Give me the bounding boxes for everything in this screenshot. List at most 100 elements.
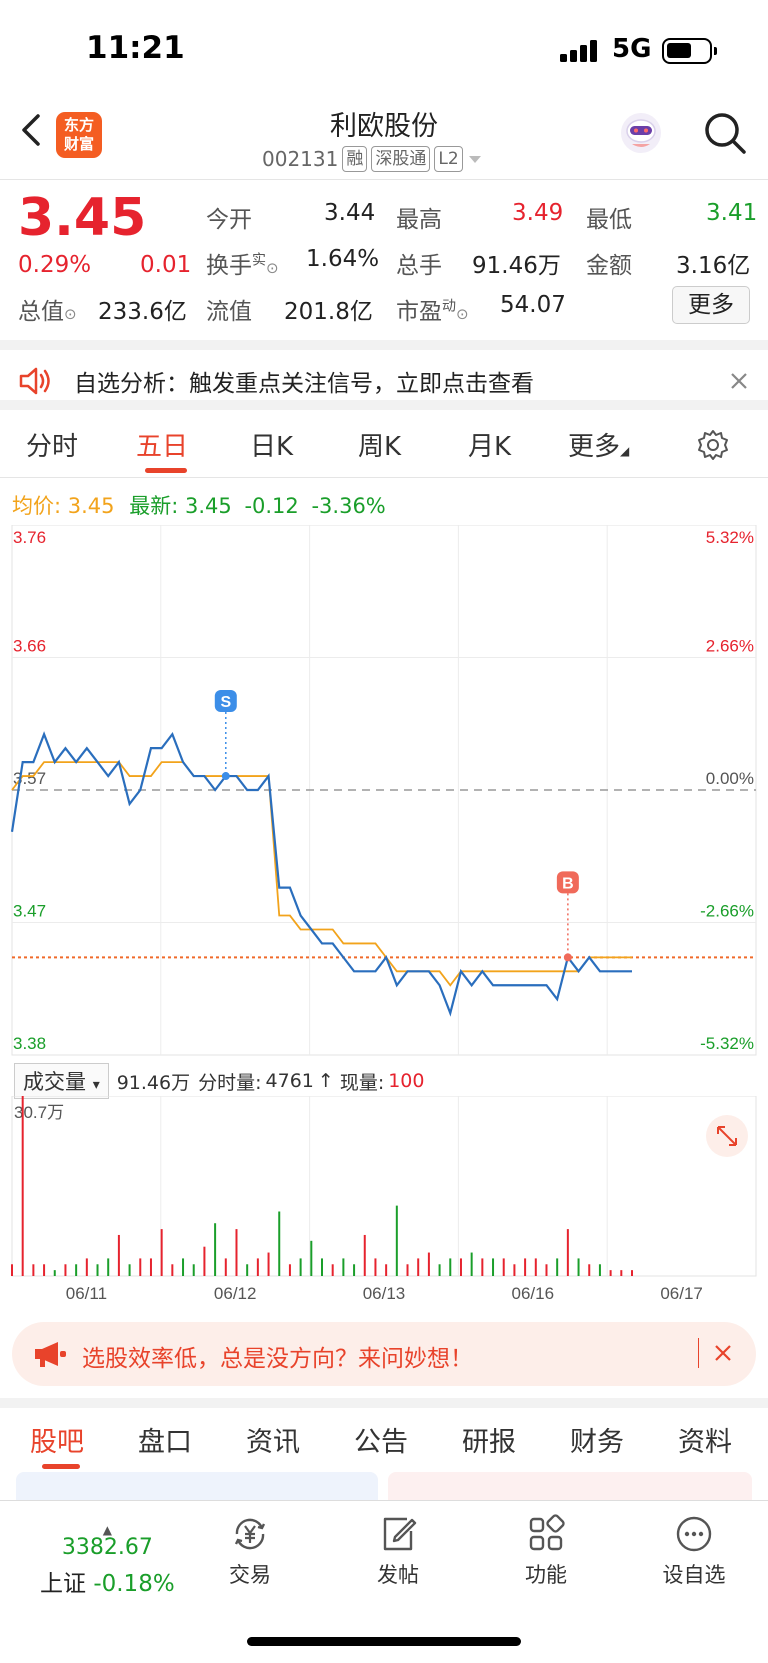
high-label: 最高 bbox=[396, 207, 442, 233]
nav-post[interactable]: 发帖 bbox=[348, 1513, 448, 1589]
tab-daily-k[interactable]: 日K bbox=[250, 426, 293, 463]
price-axis-label: 3.57 bbox=[13, 769, 46, 788]
latest-change-pct: -3.36% bbox=[311, 494, 386, 518]
signal-icon bbox=[560, 40, 597, 62]
tab-more[interactable]: 更多◢ bbox=[568, 426, 629, 463]
stock-code-line[interactable]: 002131 融 深股通 L2 bbox=[262, 146, 483, 172]
pe-value: 54.07 bbox=[500, 292, 566, 318]
change-amount: 0.01 bbox=[140, 252, 192, 278]
info-icon[interactable]: ⊙ bbox=[64, 305, 77, 323]
analysis-notice[interactable]: 自选分析：触发重点关注信号，立即点击查看 bbox=[0, 340, 768, 410]
avg-price: 3.45 bbox=[67, 494, 115, 518]
index-name: 上证 bbox=[40, 1571, 86, 1597]
volume-frame bbox=[11, 1096, 757, 1277]
mktcap-value: 233.6亿 bbox=[98, 299, 187, 325]
percent-axis-label: 0.00% bbox=[706, 769, 754, 788]
price-axis-label: 3.76 bbox=[13, 528, 46, 547]
percent-axis-label: -5.32% bbox=[700, 1034, 754, 1053]
turnover-value: 1.64% bbox=[306, 246, 380, 272]
tag-connect: 深股通 bbox=[371, 146, 431, 172]
triangle-icon: ◢ bbox=[620, 444, 630, 458]
megaphone-icon bbox=[35, 1342, 66, 1367]
marker-dot bbox=[221, 772, 230, 781]
float-value: 201.8亿 bbox=[284, 299, 373, 325]
search-icon[interactable] bbox=[702, 110, 748, 156]
index-change: -0.18% bbox=[93, 1571, 175, 1597]
dropdown-icon[interactable] bbox=[467, 153, 483, 165]
assistant-robot-icon[interactable] bbox=[618, 110, 664, 156]
current-price: 3.45 bbox=[18, 188, 147, 248]
low-value: 3.41 bbox=[706, 200, 758, 226]
tab-finance[interactable]: 财务 bbox=[570, 1420, 624, 1459]
post-card-peek[interactable] bbox=[16, 1472, 378, 1502]
percent-axis-label: -2.66% bbox=[700, 902, 754, 921]
tag-margin: 融 bbox=[342, 146, 368, 172]
turnover-label[interactable]: 换手实⊙ bbox=[206, 246, 279, 280]
price-axis-label: 3.47 bbox=[13, 902, 46, 921]
notice-text: 自选分析：触发重点关注信号，立即点击查看 bbox=[74, 371, 534, 397]
series-line bbox=[11, 761, 632, 987]
tab-five-day[interactable]: 五日 bbox=[136, 426, 188, 463]
close-icon[interactable] bbox=[730, 372, 748, 390]
ai-ad-banner[interactable]: 选股效率低，总是没方向？来问妙想！ bbox=[12, 1322, 756, 1386]
tab-guba[interactable]: 股吧 bbox=[30, 1420, 84, 1459]
change-percent: 0.29% bbox=[18, 252, 92, 278]
ad-divider bbox=[698, 1338, 699, 1368]
volume-value: 91.46万 bbox=[472, 253, 561, 279]
date-axis-label: 06/16 bbox=[512, 1284, 555, 1301]
marker-dot bbox=[563, 953, 572, 962]
index-ticker[interactable]: ▲ 3382.67 上证 -0.18% bbox=[40, 1523, 175, 1598]
low-label: 最低 bbox=[586, 207, 632, 233]
tab-orderbook[interactable]: 盘口 bbox=[138, 1420, 192, 1459]
float-label: 流值 bbox=[206, 299, 252, 325]
post-card-peek[interactable] bbox=[388, 1472, 752, 1502]
tag-l2: L2 bbox=[434, 146, 463, 172]
stock-code: 002131 bbox=[262, 147, 339, 171]
nav-trade[interactable]: 交易 bbox=[200, 1513, 300, 1589]
price-axis-label: 3.66 bbox=[13, 637, 46, 656]
settings-gear-icon[interactable] bbox=[696, 428, 730, 462]
volume-indicator-select[interactable]: 成交量 ▾ bbox=[14, 1063, 109, 1099]
tab-news[interactable]: 资讯 bbox=[246, 1420, 300, 1459]
high-value: 3.49 bbox=[512, 200, 564, 226]
active-tab-indicator bbox=[145, 468, 187, 473]
caret-up-icon: ▲ bbox=[102, 1523, 112, 1537]
tab-profile[interactable]: 资料 bbox=[678, 1420, 732, 1459]
mktcap-label[interactable]: 总值⊙ bbox=[18, 292, 77, 326]
volume-chart[interactable]: 30.7万 06/11 06/12 06/13 06/16 06/17 bbox=[0, 1096, 768, 1301]
open-value: 3.44 bbox=[324, 200, 376, 226]
active-tab-indicator bbox=[42, 1464, 80, 1469]
index-value: 3382.67 bbox=[61, 1535, 153, 1560]
volume-max-label: 30.7万 bbox=[14, 1103, 64, 1122]
amount-label: 金额 bbox=[586, 253, 632, 279]
info-tabs: 股吧 盘口 资讯 公告 研报 财务 资料 bbox=[0, 1398, 768, 1469]
more-quote-button[interactable]: 更多 bbox=[672, 286, 750, 324]
tick-volume: 4761 bbox=[265, 1070, 314, 1092]
tab-weekly-k[interactable]: 周K bbox=[358, 426, 401, 463]
marker-label: B bbox=[562, 875, 574, 892]
five-day-price-chart[interactable]: 3.76 5.32% 3.66 2.66% 3.57 0.00% 3.47 -2.66% 3.3… bbox=[0, 525, 768, 1065]
network-type: 5G bbox=[612, 34, 652, 64]
tab-monthly-k[interactable]: 月K bbox=[468, 426, 511, 463]
more-dots-icon bbox=[676, 1516, 712, 1552]
ad-text: 选股效率低，总是没方向？来问妙想！ bbox=[82, 1346, 473, 1372]
status-bar: 11:21 5G bbox=[0, 0, 768, 100]
volume-header: 成交量 ▾ 91.46万 分时量: 4761 ↑ 现量: 100 bbox=[14, 1063, 424, 1099]
trade-yen-icon bbox=[234, 1518, 266, 1550]
marker-label: S bbox=[220, 694, 231, 711]
tab-announcements[interactable]: 公告 bbox=[354, 1420, 408, 1459]
close-icon[interactable] bbox=[714, 1344, 732, 1362]
info-icon[interactable]: ⊙ bbox=[266, 259, 279, 277]
status-time: 11:21 bbox=[86, 30, 185, 66]
compose-icon bbox=[383, 1517, 417, 1551]
battery-icon bbox=[662, 38, 717, 64]
nav-add-watchlist[interactable]: 设自选 bbox=[644, 1513, 744, 1589]
current-volume: 100 bbox=[388, 1070, 425, 1092]
tab-intraday[interactable]: 分时 bbox=[26, 426, 78, 463]
nav-functions[interactable]: 功能 bbox=[496, 1513, 596, 1589]
latest-price: 3.45 bbox=[184, 494, 232, 518]
tab-research[interactable]: 研报 bbox=[462, 1420, 516, 1459]
percent-axis-label: 5.32% bbox=[706, 528, 754, 547]
pe-label[interactable]: 市盈动⊙ bbox=[396, 292, 469, 326]
info-icon[interactable]: ⊙ bbox=[456, 305, 469, 323]
